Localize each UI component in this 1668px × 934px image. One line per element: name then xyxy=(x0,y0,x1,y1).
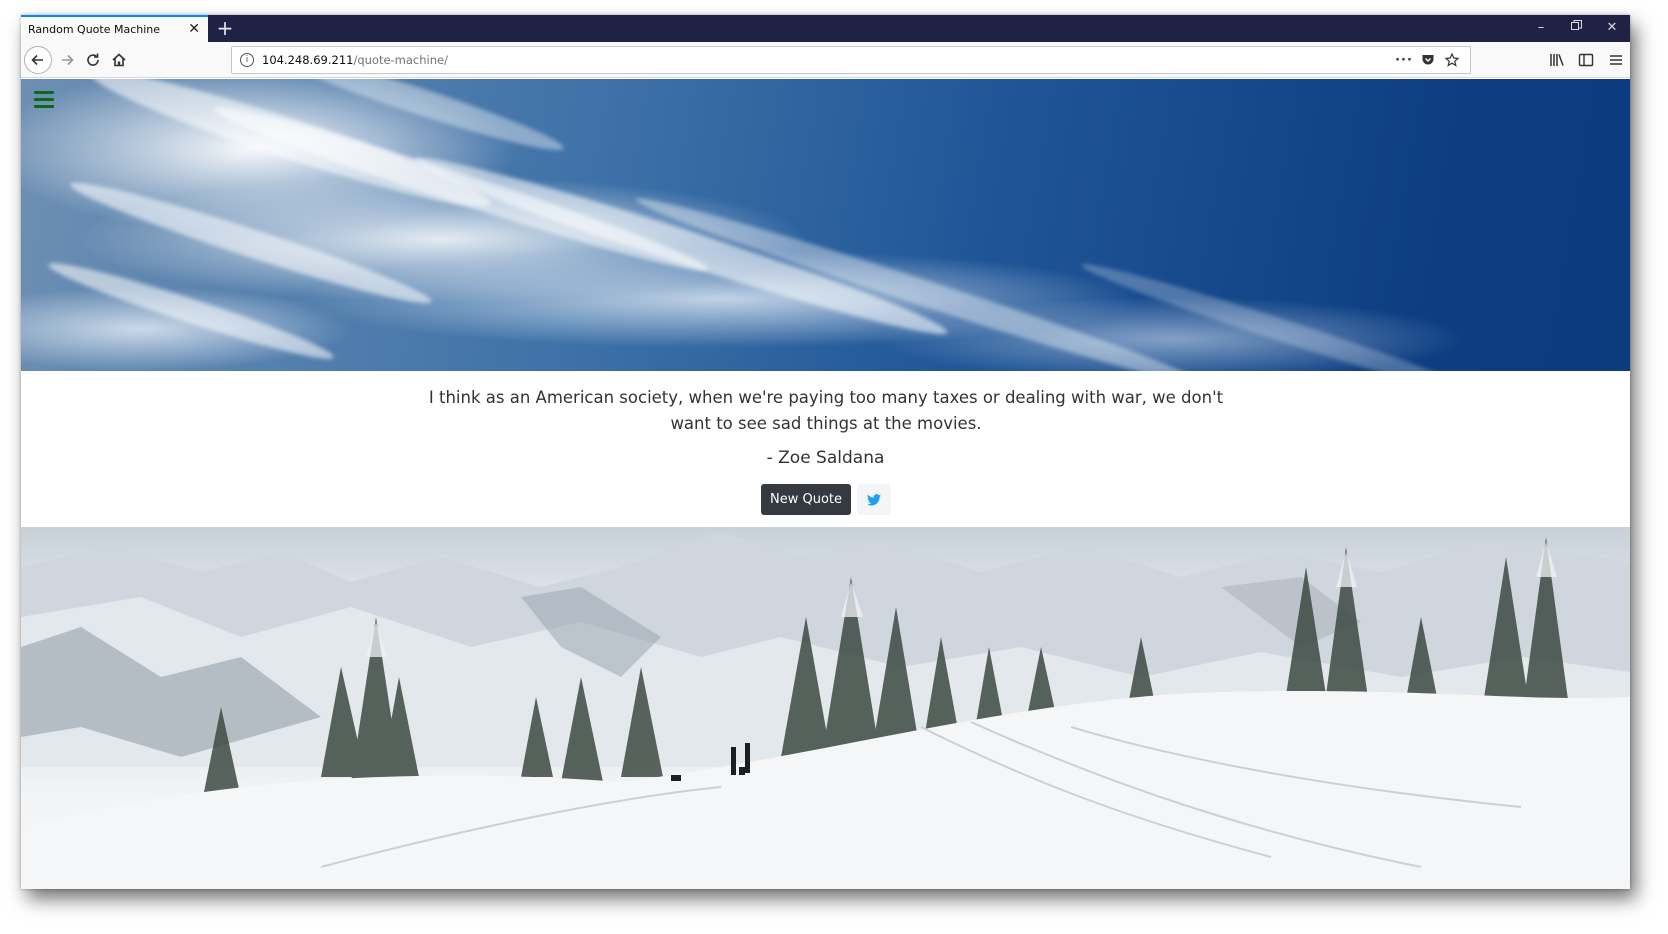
reload-icon xyxy=(87,53,99,66)
arrow-left-icon xyxy=(31,54,43,66)
close-window-icon[interactable]: ✕ xyxy=(1602,20,1622,36)
close-tab-icon[interactable]: ✕ xyxy=(188,21,200,37)
info-icon[interactable]: i xyxy=(240,53,254,67)
bookmark-star-icon[interactable] xyxy=(1444,51,1460,69)
url-path: /quote-machine/ xyxy=(353,53,448,67)
twitter-icon xyxy=(867,493,881,506)
quote-box: I think as an American society, when we'… xyxy=(21,371,1630,527)
sky-background-image xyxy=(21,79,1630,406)
browser-window: Random Quote Machine ✕ + – ✕ i 104.248.6… xyxy=(21,15,1630,889)
quote-author: - Zoe Saldana xyxy=(766,448,885,468)
new-quote-button[interactable]: New Quote xyxy=(761,484,851,515)
quote-text: I think as an American society, when we'… xyxy=(428,388,1224,433)
url-bar[interactable]: i 104.248.69.211/quote-machine/ ··· xyxy=(231,46,1471,74)
page-viewport: I think as an American society, when we'… xyxy=(21,79,1630,889)
pocket-icon[interactable] xyxy=(1420,51,1436,69)
tweet-quote-button[interactable] xyxy=(857,484,891,515)
menu-icon[interactable] xyxy=(1606,50,1626,70)
url-host: 104.248.69.211 xyxy=(262,53,354,67)
navigation-bar: i 104.248.69.211/quote-machine/ ··· xyxy=(21,42,1630,78)
tab-random-quote-machine[interactable]: Random Quote Machine ✕ xyxy=(21,15,208,42)
new-tab-icon[interactable]: + xyxy=(215,17,235,39)
tab-title: Random Quote Machine xyxy=(28,23,161,36)
restore-icon[interactable] xyxy=(1566,20,1586,36)
sidebar-icon[interactable] xyxy=(1576,50,1596,70)
tab-strip: Random Quote Machine ✕ + – ✕ xyxy=(21,15,1630,42)
minimize-icon[interactable]: – xyxy=(1531,20,1551,36)
arrow-right-icon xyxy=(62,54,74,66)
home-button[interactable] xyxy=(106,47,132,73)
reload-button[interactable] xyxy=(80,47,106,73)
home-icon xyxy=(112,53,126,67)
hamburger-menu-icon[interactable] xyxy=(34,91,54,109)
mountain-scene xyxy=(21,532,1630,889)
page-actions-icon[interactable]: ··· xyxy=(1395,51,1412,69)
back-button[interactable] xyxy=(24,46,52,74)
library-icon[interactable] xyxy=(1547,50,1567,70)
snowy-mountains-background-image xyxy=(21,527,1630,889)
forward-button[interactable] xyxy=(54,47,80,73)
